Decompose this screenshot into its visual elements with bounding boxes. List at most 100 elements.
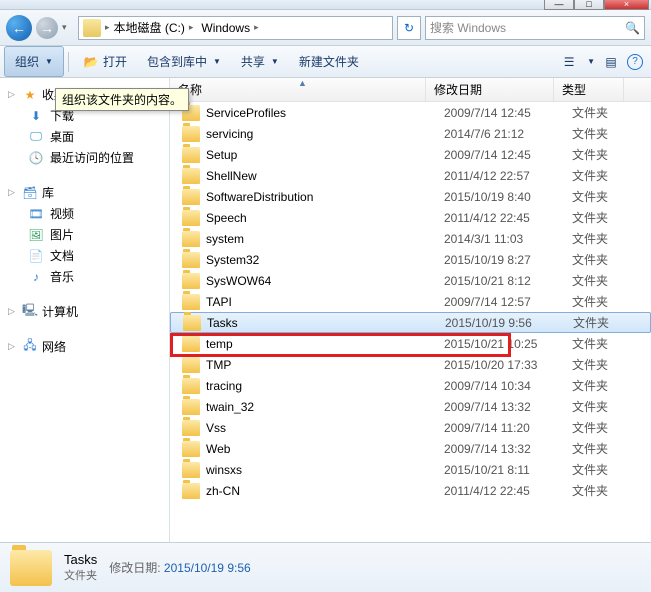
breadcrumb-seg-windows[interactable]: Windows ▸ <box>197 21 262 35</box>
sidebar-item-desktop[interactable]: 🖵 桌面 <box>0 126 169 147</box>
file-date: 2015/10/21 10:25 <box>444 337 572 351</box>
file-date: 2014/7/6 21:12 <box>444 127 572 141</box>
sidebar-item-documents[interactable]: 📄 文档 <box>0 245 169 266</box>
sidebar-network[interactable]: ▷ 🖧 网络 <box>0 336 169 357</box>
navigation-pane: ▷ ★ 收藏夹 ⬇ 下载 🖵 桌面 🕓 最近访问的位置 ▷ 🗃 库 <box>0 78 170 542</box>
folder-icon <box>182 294 200 310</box>
file-row[interactable]: TMP2015/10/20 17:33文件夹 <box>170 354 651 375</box>
include-label: 包含到库中 <box>147 53 207 70</box>
search-placeholder: 搜索 Windows <box>430 19 506 36</box>
file-name: Speech <box>206 211 444 225</box>
search-input[interactable]: 搜索 Windows 🔍 <box>425 16 645 40</box>
file-type: 文件夹 <box>572 398 642 415</box>
open-label: 打开 <box>103 53 127 70</box>
file-name: winsxs <box>206 463 444 477</box>
folder-icon <box>182 462 200 478</box>
sidebar-computer[interactable]: ▷ 🖳 计算机 <box>0 301 169 322</box>
folder-icon <box>182 336 200 352</box>
sidebar-item-music[interactable]: ♪ 音乐 <box>0 266 169 287</box>
file-name: TAPI <box>206 295 444 309</box>
sidebar-libraries[interactable]: ▷ 🗃 库 <box>0 182 169 203</box>
column-headers: ▲ 名称 修改日期 类型 <box>170 78 651 102</box>
forward-button[interactable]: → <box>36 17 58 39</box>
details-meta: 修改日期: 2015/10/19 9:56 <box>109 559 250 576</box>
file-row[interactable]: twain_322009/7/14 13:32文件夹 <box>170 396 651 417</box>
file-row[interactable]: ServiceProfiles2009/7/14 12:45文件夹 <box>170 102 651 123</box>
nav-history-dropdown[interactable]: ▾ <box>62 22 74 33</box>
file-date: 2011/4/12 22:45 <box>444 211 572 225</box>
minimize-button[interactable]: — <box>544 0 574 10</box>
expand-icon: ▷ <box>8 89 18 100</box>
preview-pane-icon[interactable]: ▤ <box>603 54 619 70</box>
dropdown-icon: ▼ <box>271 57 279 66</box>
file-list: ServiceProfiles2009/7/14 12:45文件夹servici… <box>170 102 651 542</box>
file-row[interactable]: Tasks2015/10/19 9:56文件夹 <box>170 312 651 333</box>
file-row[interactable]: Web2009/7/14 13:32文件夹 <box>170 438 651 459</box>
dropdown-icon[interactable]: ▼ <box>587 57 595 66</box>
file-date: 2009/7/14 12:45 <box>444 106 572 120</box>
address-bar[interactable]: ▸ 本地磁盘 (C:) ▸ Windows ▸ <box>78 16 393 40</box>
file-row[interactable]: ShellNew2011/4/12 22:57文件夹 <box>170 165 651 186</box>
file-type: 文件夹 <box>572 335 642 352</box>
file-name: SoftwareDistribution <box>206 190 444 204</box>
file-name: tracing <box>206 379 444 393</box>
help-icon[interactable]: ? <box>627 54 643 70</box>
file-row[interactable]: SysWOW642015/10/21 8:12文件夹 <box>170 270 651 291</box>
sidebar-label: 桌面 <box>50 128 74 145</box>
open-button[interactable]: 📂 打开 <box>73 46 137 77</box>
file-row[interactable]: Setup2009/7/14 12:45文件夹 <box>170 144 651 165</box>
sidebar-label: 计算机 <box>42 303 78 320</box>
folder-icon <box>182 399 200 415</box>
file-row[interactable]: Speech2011/4/12 22:45文件夹 <box>170 207 651 228</box>
file-row[interactable]: Vss2009/7/14 11:20文件夹 <box>170 417 651 438</box>
file-type: 文件夹 <box>572 104 642 121</box>
star-icon: ★ <box>22 87 38 103</box>
details-date-label: 修改日期: <box>109 561 160 575</box>
column-date[interactable]: 修改日期 <box>426 78 554 101</box>
view-mode-icon[interactable]: ☰ <box>561 54 577 70</box>
sidebar-label: 音乐 <box>50 268 74 285</box>
details-type: 文件夹 <box>64 567 97 583</box>
file-row[interactable]: TAPI2009/7/14 12:57文件夹 <box>170 291 651 312</box>
organize-button[interactable]: 组织 ▼ <box>4 46 64 77</box>
share-button[interactable]: 共享 ▼ <box>231 46 289 77</box>
file-row[interactable]: SoftwareDistribution2015/10/19 8:40文件夹 <box>170 186 651 207</box>
file-row[interactable]: winsxs2015/10/21 8:11文件夹 <box>170 459 651 480</box>
sidebar-item-pictures[interactable]: 🖼 图片 <box>0 224 169 245</box>
column-type[interactable]: 类型 <box>554 78 624 101</box>
sidebar-label: 视频 <box>50 205 74 222</box>
search-icon[interactable]: 🔍 <box>625 21 640 35</box>
breadcrumb-seg-drive[interactable]: 本地磁盘 (C:) ▸ <box>110 19 198 36</box>
file-row[interactable]: servicing2014/7/6 21:12文件夹 <box>170 123 651 144</box>
folder-icon <box>182 483 200 499</box>
file-type: 文件夹 <box>572 356 642 373</box>
file-row[interactable]: temp2015/10/21 10:25文件夹 <box>170 333 651 354</box>
breadcrumb-arrow-icon[interactable]: ▸ <box>254 22 259 33</box>
folder-icon <box>182 357 200 373</box>
maximize-button[interactable]: □ <box>574 0 604 10</box>
file-row[interactable]: tracing2009/7/14 10:34文件夹 <box>170 375 651 396</box>
open-folder-icon: 📂 <box>83 54 99 70</box>
breadcrumb-arrow-icon[interactable]: ▸ <box>189 22 194 33</box>
sidebar-label: 网络 <box>42 338 66 355</box>
new-folder-button[interactable]: 新建文件夹 <box>289 46 369 77</box>
file-date: 2009/7/14 10:34 <box>444 379 572 393</box>
file-type: 文件夹 <box>572 125 642 142</box>
sidebar-item-videos[interactable]: 🎞 视频 <box>0 203 169 224</box>
include-library-button[interactable]: 包含到库中 ▼ <box>137 46 231 77</box>
file-date: 2009/7/14 13:32 <box>444 442 572 456</box>
file-row[interactable]: System322015/10/19 8:27文件夹 <box>170 249 651 270</box>
file-name: ShellNew <box>206 169 444 183</box>
file-date: 2015/10/19 8:27 <box>444 253 572 267</box>
dropdown-icon: ▼ <box>213 57 221 66</box>
file-row[interactable]: zh-CN2011/4/12 22:45文件夹 <box>170 480 651 501</box>
refresh-button[interactable]: ↻ <box>397 16 421 40</box>
sidebar-item-recent[interactable]: 🕓 最近访问的位置 <box>0 147 169 168</box>
back-button[interactable]: ← <box>6 15 32 41</box>
recent-icon: 🕓 <box>28 150 44 166</box>
file-date: 2015/10/19 9:56 <box>445 316 573 330</box>
close-button[interactable]: × <box>604 0 649 10</box>
file-list-scroll[interactable]: ServiceProfiles2009/7/14 12:45文件夹servici… <box>170 102 651 542</box>
file-row[interactable]: system2014/3/1 11:03文件夹 <box>170 228 651 249</box>
share-label: 共享 <box>241 53 265 70</box>
